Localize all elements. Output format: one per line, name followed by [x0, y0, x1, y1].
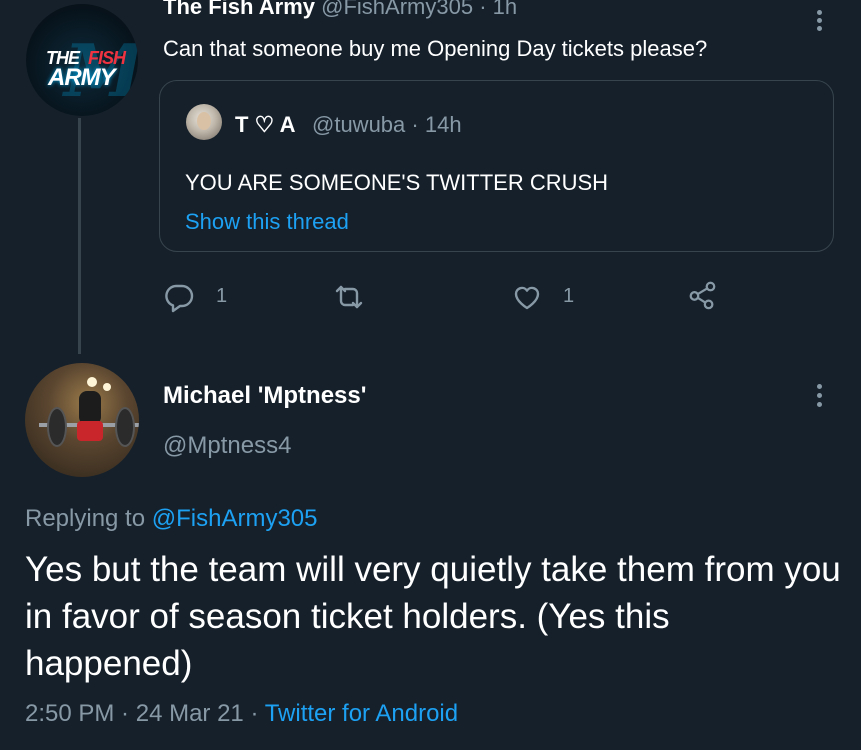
michael-avatar[interactable]: [25, 363, 139, 477]
tweet1-text: Can that someone buy me Opening Day tick…: [163, 36, 708, 61]
tweet1-separator: ·: [479, 0, 487, 19]
retweet-icon[interactable]: [333, 281, 365, 313]
tweet2-time[interactable]: 2:50 PM: [25, 700, 114, 727]
reply-icon[interactable]: [163, 281, 195, 313]
tweet2-text: Yes but the team will very quietly take …: [25, 550, 841, 683]
tweet1-author-name[interactable]: The Fish Army: [163, 0, 315, 19]
quoted-tweet-avatar[interactable]: [186, 104, 222, 140]
tweet1-timestamp[interactable]: 1h: [493, 0, 517, 19]
footer-separator: ·: [114, 700, 136, 727]
more-vertical-icon[interactable]: [812, 10, 826, 32]
quoted-tweet-author-name: T ♡ A: [235, 112, 296, 137]
avatar-logo-army: ARMY: [48, 64, 116, 91]
like-count: 1: [563, 285, 575, 307]
quoted-tweet-separator: ·: [411, 112, 419, 137]
footer-separator: ·: [243, 700, 265, 727]
quoted-tweet-meta: @tuwuba · 14h: [312, 112, 462, 138]
quoted-tweet-time: 14h: [424, 112, 462, 137]
tweet2-footer: 2:50 PM · 24 Mar 21 · Twitter for Androi…: [25, 700, 458, 728]
replying-to-handle[interactable]: @FishArmy305: [152, 505, 318, 532]
reply-count: 1: [216, 285, 228, 307]
heart-icon[interactable]: [511, 281, 543, 313]
quoted-tweet-text: YOU ARE SOMEONE'S TWITTER CRUSH: [185, 170, 609, 195]
more-vertical-icon[interactable]: [812, 384, 826, 408]
tweet1-author-handle[interactable]: @FishArmy305: [321, 0, 473, 19]
fish-army-avatar[interactable]: M THE FISH ARMY: [26, 4, 138, 116]
tweet2-source[interactable]: Twitter for Android: [265, 700, 458, 727]
thread-connector-line: [78, 118, 81, 354]
tweet2-author-handle[interactable]: @Mptness4: [163, 432, 291, 460]
tweet1-header: The Fish Army @FishArmy305 · 1h: [163, 0, 517, 20]
replying-prefix: Replying to: [25, 505, 152, 532]
replying-to: Replying to @FishArmy305: [25, 505, 318, 533]
tweet2-date[interactable]: 24 Mar 21: [136, 700, 244, 727]
show-thread-link[interactable]: Show this thread: [185, 209, 349, 235]
share-icon[interactable]: [686, 279, 718, 311]
tweet2-author-name[interactable]: Michael 'Mptness': [163, 382, 366, 410]
quoted-tweet-handle: @tuwuba: [312, 112, 406, 137]
